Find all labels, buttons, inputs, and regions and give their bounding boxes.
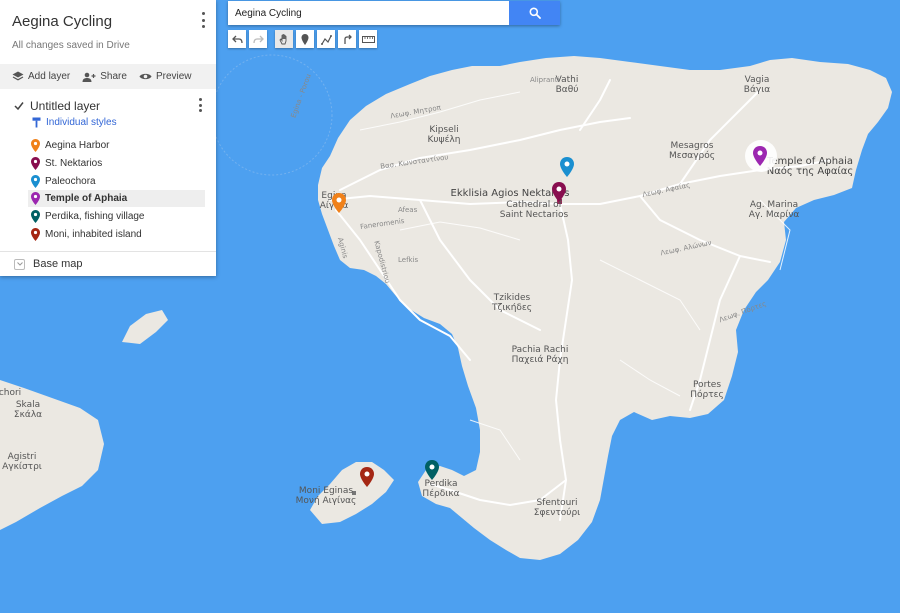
layer-item[interactable]: Moni, inhabited island: [28, 226, 205, 243]
redo-icon: [252, 35, 264, 43]
map-options-menu-icon[interactable]: [198, 12, 208, 28]
map-pin-st-nektarios[interactable]: [552, 182, 566, 202]
place-label-skala: Skala Σκάλα: [13, 400, 43, 420]
layers-icon: [12, 71, 24, 81]
directions-button[interactable]: [338, 30, 356, 48]
layer-item[interactable]: Perdika, fishing village: [28, 208, 205, 225]
marker-icon: [31, 139, 40, 152]
redo-button[interactable]: [249, 30, 267, 48]
layer-visibility-checkbox[interactable]: [14, 101, 24, 111]
panel-divider: [0, 251, 216, 252]
map-title[interactable]: Aegina Cycling: [12, 13, 112, 30]
road-label-lefkis: Lefkis: [398, 256, 419, 264]
layer-name[interactable]: Untitled layer: [30, 99, 100, 113]
place-label-mesagros: Mesagros Μεσαγρός: [668, 141, 716, 161]
place-label-pachia-rachi: Pachia Rachi Παχειά Ράχη: [511, 345, 569, 365]
marker-icon: [31, 210, 40, 224]
road-label-afeas: Afeas: [398, 206, 418, 214]
search-icon: [529, 7, 541, 19]
place-label-tzikides: Tzikides Τζικήδες: [491, 293, 533, 313]
place-label-cathedral: Cathedral of Saint Nectarios: [499, 200, 569, 220]
marker-icon: [31, 228, 40, 241]
layer-item-label: Moni, inhabited island: [45, 229, 142, 240]
save-status: All changes saved in Drive: [12, 40, 130, 51]
undo-icon: [231, 35, 243, 43]
layer-item-label: St. Nektarios: [45, 157, 103, 169]
layer-item-label: Perdika, fishing village: [45, 211, 145, 223]
layer-header: Untitled layer: [14, 98, 209, 114]
base-map-label: Base map: [33, 258, 83, 270]
marker-icon: [31, 192, 40, 206]
preview-button[interactable]: Preview: [139, 71, 192, 82]
select-pan-button[interactable]: [275, 30, 293, 48]
search-input[interactable]: [228, 1, 505, 25]
share-label: Share: [100, 71, 127, 82]
marker-icon: [301, 33, 309, 45]
place-label-vagia: Vagia Βάγια: [743, 75, 771, 95]
draw-line-icon: [320, 34, 332, 45]
add-layer-label: Add layer: [28, 71, 71, 82]
layer-item[interactable]: Aegina Harbor: [28, 137, 205, 154]
search-box: [228, 1, 560, 25]
place-label-temple: Temple of Aphaia Ναός της Αφαίας: [766, 156, 854, 177]
add-layer-button[interactable]: Add layer: [12, 71, 70, 82]
map-pin-perdika[interactable]: [425, 460, 439, 480]
chevron-down-icon: [14, 258, 25, 270]
marker-icon: [31, 156, 40, 170]
add-person-icon: [82, 72, 96, 82]
place-label-moni: Moni Eginas Μονή Αιγίνας: [295, 486, 357, 506]
search-button[interactable]: [509, 1, 560, 25]
layer-item[interactable]: Paleochora: [28, 173, 205, 190]
marker-icon: [31, 174, 40, 188]
place-label-agistri: Agistri Αγκίστρι: [2, 452, 42, 472]
map-legend-panel: Aegina Cycling All changes saved in Driv…: [0, 0, 216, 276]
map-toolbar: [228, 30, 380, 48]
paint-roller-icon: [32, 117, 41, 128]
map-pin-moni[interactable]: [360, 467, 374, 487]
layer-options-menu-icon[interactable]: [195, 98, 205, 112]
styles-link[interactable]: Individual styles: [32, 117, 117, 128]
layer-item[interactable]: Temple of Aphaia: [28, 190, 205, 208]
layer-item[interactable]: St. Nektarios: [28, 155, 205, 172]
place-label-chori: chori: [0, 388, 22, 398]
directions-icon: [343, 34, 352, 44]
map-pin-temple-of-aphaia[interactable]: [744, 139, 778, 175]
draw-line-button[interactable]: [317, 30, 335, 48]
add-marker-button[interactable]: [296, 30, 314, 48]
ruler-icon: [361, 35, 375, 43]
panel-actions: Add layer Share Preview: [0, 64, 216, 89]
styles-link-label: Individual styles: [46, 117, 117, 128]
layer-item-label: Aegina Harbor: [45, 140, 110, 151]
place-label-sfentouri: Sfentouri Σφεντούρι: [533, 498, 581, 518]
preview-label: Preview: [155, 71, 192, 82]
map-pin-paleochora[interactable]: [560, 157, 574, 177]
hand-icon: [279, 33, 287, 44]
road-label-alipranti: Alipranti: [530, 76, 560, 84]
base-map-toggle[interactable]: Base map: [14, 258, 83, 270]
layer-item-label: Temple of Aphaia: [45, 193, 128, 205]
layer-item-label: Paleochora: [45, 175, 96, 187]
place-label-ag-marina: Ag. Marina Αγ. Μαρίνα: [748, 200, 800, 220]
place-label-portes: Portes Πόρτες: [690, 380, 724, 400]
measure-button[interactable]: [359, 30, 377, 48]
undo-button[interactable]: [228, 30, 246, 48]
map-pin-aegina-harbor[interactable]: [332, 193, 346, 213]
place-label-perdika: Perdika Πέρδικα: [422, 479, 460, 499]
place-label-kipseli: Kipseli Κυψέλη: [427, 125, 461, 145]
share-button[interactable]: Share: [82, 71, 127, 82]
eye-icon: [139, 73, 152, 80]
